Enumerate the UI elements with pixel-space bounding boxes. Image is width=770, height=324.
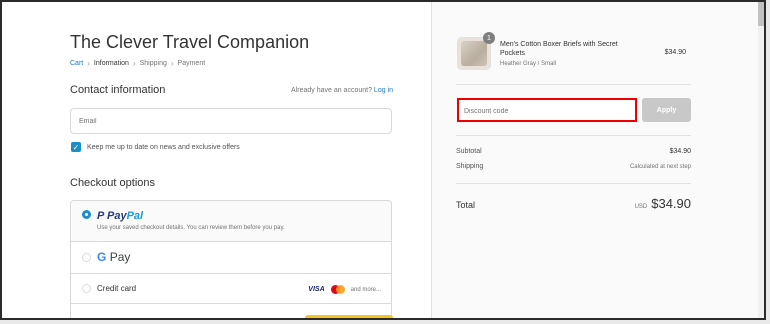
subtotal-value: $34.90 <box>669 148 691 155</box>
discount-code-input[interactable] <box>459 101 635 122</box>
paypal-logo: P PayPal <box>97 210 143 222</box>
browser-frame: The Clever Travel Companion Cart › Infor… <box>0 0 766 320</box>
paypal-logo-pay: Pay <box>107 210 127 222</box>
subtotal-label: Subtotal <box>456 148 482 155</box>
product-variant: Heather Gray / Small <box>500 61 557 67</box>
order-summary: 1 Men's Cotton Boxer Briefs with Secret … <box>431 2 764 318</box>
option-gpay[interactable]: G Pay <box>71 242 391 274</box>
shipping-value: Calculated at next step <box>629 164 691 170</box>
contact-title: Contact information <box>70 84 166 96</box>
product-image <box>461 41 487 66</box>
paypal-description: Use your saved checkout details. You can… <box>97 225 285 231</box>
scrollbar[interactable] <box>758 2 764 318</box>
chevron-right-icon: › <box>132 59 136 68</box>
mastercard-icon <box>330 285 345 294</box>
total-currency: USD <box>634 204 648 210</box>
total-value-group: USD $34.90 <box>635 196 691 211</box>
shipping-row: Shipping Calculated at next step <box>456 163 691 170</box>
credit-card-label: Credit card <box>97 284 137 293</box>
divider <box>456 84 691 85</box>
discount-field-wrap <box>457 98 637 122</box>
email-field[interactable] <box>71 109 391 133</box>
shipping-label: Shipping <box>456 163 484 170</box>
login-link[interactable]: Log in <box>374 87 393 94</box>
breadcrumb: Cart › Information › Shipping › Payment <box>70 59 205 68</box>
checkout-options-title: Checkout options <box>70 177 155 189</box>
google-g-icon: G <box>97 250 107 264</box>
option-credit-card[interactable]: Credit card VISA and more... <box>71 274 391 304</box>
gpay-logo: G Pay <box>97 250 130 264</box>
product-thumbnail: 1 <box>457 32 495 70</box>
radio-paypal[interactable] <box>82 210 91 219</box>
breadcrumb-information: Information <box>93 60 129 67</box>
paypal-logo-pal: Pal <box>126 210 144 222</box>
total-row: Total USD $34.90 <box>456 196 691 211</box>
email-field-wrap <box>70 108 392 134</box>
breadcrumb-cart[interactable]: Cart <box>70 60 83 67</box>
paypal-p-icon: P <box>97 210 107 222</box>
account-prompt: Already have an account? Log in <box>291 87 393 94</box>
breadcrumb-shipping: Shipping <box>139 60 167 67</box>
option-paypal[interactable]: P PayPal Use your saved checkout details… <box>71 201 391 242</box>
total-label: Total <box>456 200 476 210</box>
newsletter-label: Keep me up to date on news and exclusive… <box>87 143 240 151</box>
newsletter-checkbox[interactable]: ✓ <box>71 142 81 152</box>
more-cards-text: and more... <box>350 286 381 293</box>
card-brands: VISA and more... <box>308 285 381 294</box>
apply-button[interactable]: Apply <box>642 98 691 122</box>
visa-icon: VISA <box>308 286 325 293</box>
scrollbar-thumb[interactable] <box>758 2 764 26</box>
continue-button[interactable] <box>305 315 393 318</box>
newsletter-option: ✓ Keep me up to date on news and exclusi… <box>71 142 240 152</box>
chevron-right-icon: › <box>170 59 174 68</box>
product-name: Men's Cotton Boxer Briefs with Secret Po… <box>500 41 618 57</box>
radio-gpay[interactable] <box>82 253 91 262</box>
account-prompt-text: Already have an account? <box>291 87 372 94</box>
breadcrumb-payment: Payment <box>177 60 206 67</box>
radio-credit-card[interactable] <box>82 284 91 293</box>
product-price: $34.90 <box>664 49 686 56</box>
total-value: $34.90 <box>651 196 691 211</box>
gpay-text: Pay <box>109 250 131 264</box>
chevron-right-icon: › <box>87 59 90 68</box>
quantity-badge: 1 <box>483 32 495 44</box>
subtotal-row: Subtotal $34.90 <box>456 148 691 155</box>
divider <box>456 183 691 184</box>
divider <box>456 135 691 136</box>
store-title: The Clever Travel Companion <box>70 32 310 52</box>
checkout-main: The Clever Travel Companion Cart › Infor… <box>2 2 431 318</box>
payment-options: P PayPal Use your saved checkout details… <box>70 200 392 318</box>
